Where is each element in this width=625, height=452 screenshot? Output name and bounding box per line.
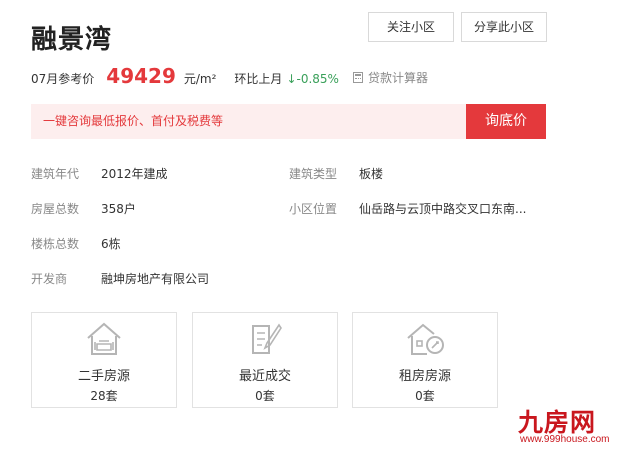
share-community-button[interactable]: 分享此小区 — [461, 12, 547, 42]
reference-price-value: 49429 — [106, 64, 176, 88]
house-sofa-icon — [87, 322, 121, 355]
card-title: 二手房源 — [77, 369, 130, 384]
info-value: 融坤房地产有限公司 — [101, 272, 210, 286]
info-label: 楼栋总数 — [31, 237, 80, 251]
info-developer: 开发商 融坤房地产有限公司 — [31, 270, 209, 287]
reference-price-label: 07月参考价 — [31, 72, 95, 86]
info-value: 板楼 — [359, 167, 384, 181]
price-row: 07月参考价 49429 元/m² 环比上月 ↓-0.85% 贷款计算器 — [31, 64, 591, 92]
info-label: 开发商 — [31, 272, 68, 286]
loan-calculator-label: 贷款计算器 — [367, 71, 428, 85]
community-title: 融景湾 — [31, 25, 113, 55]
mom-change-value: ↓-0.85% — [286, 72, 339, 86]
price-unit: 元/m² — [183, 72, 217, 86]
consult-bar: 一键咨询最低报价、首付及税费等 询底价 — [31, 104, 546, 139]
card-second-hand-listings[interactable]: 二手房源 28套 — [31, 312, 177, 408]
house-key-icon — [407, 323, 444, 355]
info-label: 小区位置 — [289, 202, 338, 216]
calculator-icon — [352, 72, 363, 83]
card-count: 0套 — [255, 389, 275, 403]
info-buildings: 楼栋总数 6栋 — [31, 235, 121, 252]
document-pen-icon — [252, 323, 282, 354]
info-value: 358户 — [101, 202, 136, 216]
info-location: 小区位置 仙岳路与云顶中路交叉口东南... — [289, 200, 526, 217]
info-build-type: 建筑类型 板楼 — [289, 165, 383, 182]
info-build-year: 建筑年代 2012年建成 — [31, 165, 168, 182]
watermark-url: www.999house.com — [520, 434, 610, 445]
loan-calculator-link[interactable]: 贷款计算器 — [352, 69, 428, 86]
card-rental-listings[interactable]: 租房房源 0套 — [352, 312, 498, 408]
info-value: 仙岳路与云顶中路交叉口东南... — [359, 202, 527, 216]
card-title: 租房房源 — [398, 369, 451, 384]
consult-text: 一键咨询最低报价、首付及税费等 — [43, 114, 224, 128]
info-value: 2012年建成 — [101, 167, 168, 181]
info-label: 建筑年代 — [31, 167, 80, 181]
follow-community-button[interactable]: 关注小区 — [368, 12, 454, 42]
mom-label: 环比上月 — [234, 72, 283, 86]
card-title: 最近成交 — [238, 369, 291, 384]
card-count: 28套 — [90, 389, 118, 403]
info-label: 建筑类型 — [289, 167, 338, 181]
info-value: 6栋 — [101, 237, 121, 251]
ask-lowest-price-button[interactable]: 询底价 — [466, 104, 546, 139]
card-count: 0套 — [415, 389, 435, 403]
info-households: 房屋总数 358户 — [31, 200, 136, 217]
info-label: 房屋总数 — [31, 202, 80, 216]
card-recent-deals[interactable]: 最近成交 0套 — [192, 312, 338, 408]
site-watermark: 九房网 www.999house.com — [518, 403, 618, 449]
